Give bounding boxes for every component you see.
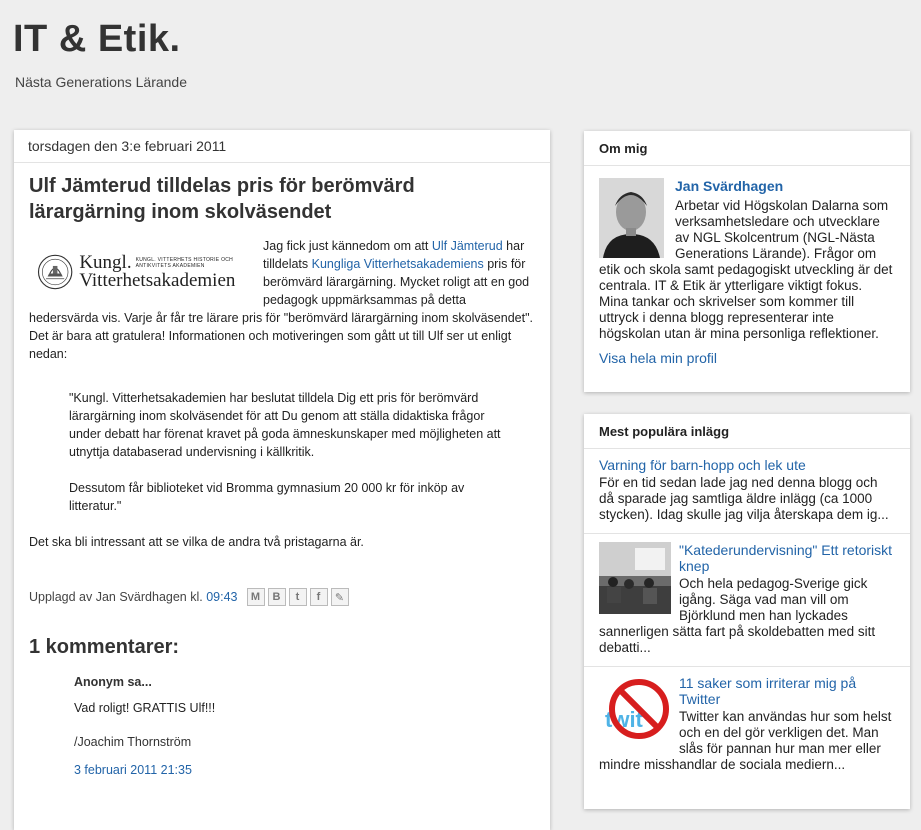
popular-post-item: "Katederundervisning" Ett retoriskt knep… <box>584 534 910 667</box>
logo-line2: Vitterhetsakademien <box>79 270 236 291</box>
buzz-icon[interactable]: ✎ <box>330 588 349 606</box>
popular-widget-title: Mest populära inlägg <box>584 414 910 449</box>
quote-paragraph-1: "Kungl. Vitterhetsakademien har beslutat… <box>69 391 501 459</box>
post-timestamp-link[interactable]: 09:43 <box>206 590 237 604</box>
comment-body: Vad roligt! GRATTIS Ulf!!! <box>74 701 216 715</box>
after-quote-text: Det ska bli intressant att se vilka de a… <box>29 535 364 549</box>
about-widget-title: Om mig <box>584 131 910 166</box>
vitterhetsakademien-logo: Kungl. KUNGL. VITTERHETS HISTORIE OCH ANT… <box>37 239 249 305</box>
intro-text-1: Jag fick just kännedom om att <box>263 239 432 253</box>
profile-photo[interactable] <box>599 178 664 258</box>
blogthis-icon[interactable]: B <box>267 588 286 606</box>
no-twitter-thumbnail[interactable]: twit <box>599 675 671 747</box>
akademien-seal-icon <box>37 254 73 290</box>
post-body: Kungl. KUNGL. VITTERHETS HISTORIE OCH ANT… <box>29 237 535 551</box>
post-title: Ulf Jämterud tilldelas pris för berömvär… <box>29 175 415 223</box>
post-footer: Upplagd av Jan Svärdhagen kl. 09:43 M B … <box>29 588 535 606</box>
comment-timestamp-link[interactable]: 3 februari 2011 21:35 <box>74 763 535 777</box>
comment-signature: /Joachim Thornström <box>74 735 192 749</box>
blog-title[interactable]: IT & Etik. <box>13 18 181 61</box>
logo-small-text: KUNGL. VITTERHETS HISTORIE OCH ANTIKVITE… <box>135 257 234 269</box>
akademien-link[interactable]: Kungliga Vitterhetsakademiens <box>312 257 484 271</box>
post-date: torsdagen den 3:e februari 2011 <box>14 130 550 163</box>
post-quote: "Kungl. Vitterhetsakademien har beslutat… <box>69 389 509 515</box>
popular-post-snippet: För en tid sedan lade jag ned denna blog… <box>599 475 889 522</box>
popular-post-link[interactable]: Varning för barn-hopp och lek ute <box>599 457 895 473</box>
facebook-icon[interactable]: f <box>309 588 328 606</box>
popular-post-item: twit 11 saker som irriterar mig på Twitt… <box>584 667 910 783</box>
about-me-widget: Om mig Jan Svärdhagen Arbetar vid Högsko… <box>584 131 910 392</box>
comment-author: Anonym sa... <box>74 675 152 689</box>
ulf-jamterud-link[interactable]: Ulf Jämterud <box>432 239 503 253</box>
twitter-icon[interactable]: t <box>288 588 307 606</box>
popular-post-item: Varning för barn-hopp och lek ute För en… <box>584 449 910 534</box>
comment-item: Anonym sa... Vad roligt! GRATTIS Ulf!!! … <box>74 675 535 777</box>
comments-title: 1 kommentarer: <box>29 636 180 658</box>
classroom-thumbnail[interactable] <box>599 542 671 614</box>
share-buttons: M B t f ✎ <box>246 588 352 606</box>
blog-description: Nästa Generations Lärande <box>15 74 187 90</box>
post-author-line: Upplagd av Jan Svärdhagen kl. <box>29 590 203 604</box>
popular-posts-widget: Mest populära inlägg Varning för barn-ho… <box>584 414 910 809</box>
quote-paragraph-2: Dessutom får biblioteket vid Bromma gymn… <box>69 481 465 513</box>
view-full-profile-link[interactable]: Visa hela min profil <box>599 350 895 366</box>
email-icon[interactable]: M <box>246 588 265 606</box>
main-post-column: torsdagen den 3:e februari 2011 Ulf Jämt… <box>14 130 550 830</box>
